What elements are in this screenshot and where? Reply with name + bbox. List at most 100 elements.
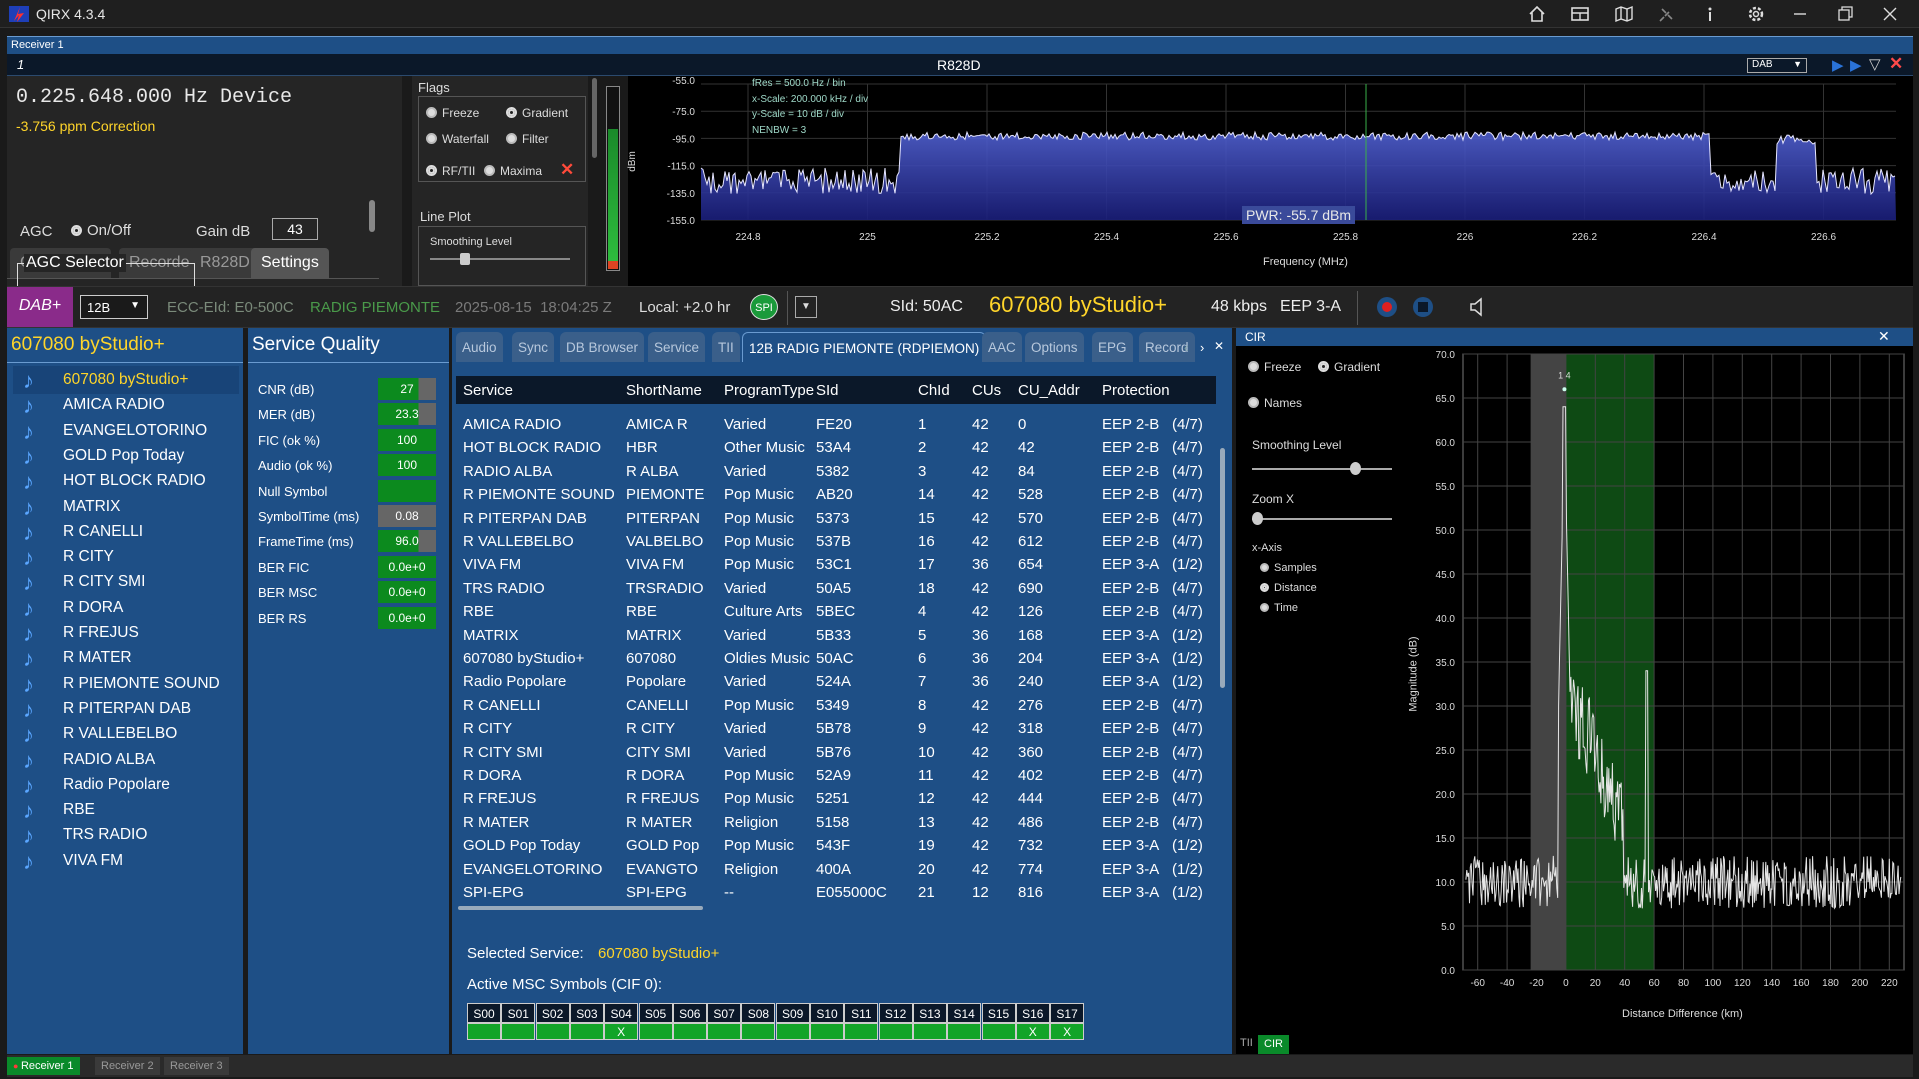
tab-settings[interactable]: Settings (251, 248, 329, 278)
tab-scroll-left-icon[interactable]: ‹ (1184, 340, 1188, 355)
table-row[interactable]: R FREJUS R FREJUS Pop Music 5251 12 42 444 EEP … (456, 788, 1216, 810)
stop-icon[interactable] (1413, 297, 1433, 317)
channel-select[interactable]: 12B ▼ (80, 295, 148, 319)
agc-toggle-radio[interactable] (71, 225, 82, 236)
tab-receiver-3[interactable]: Receiver 3 (164, 1057, 229, 1075)
cir-names-radio[interactable] (1248, 397, 1259, 408)
play-icon[interactable]: ▶ (1832, 56, 1844, 74)
list-item[interactable]: ♪ 607080 byStudio+ (13, 366, 239, 394)
table-row[interactable]: HOT BLOCK RADIO HBR Other Music 53A4 2 42 42 EE… (456, 437, 1216, 459)
tab-service[interactable]: Service (648, 332, 706, 362)
settings-gear-icon[interactable] (1746, 4, 1766, 24)
list-item[interactable]: ♪ HOT BLOCK RADIO (13, 467, 239, 495)
map-icon[interactable] (1614, 4, 1634, 24)
cir-distance-option[interactable]: Distance (1260, 582, 1317, 594)
column-header[interactable]: CUs (972, 382, 1001, 399)
satellite-icon[interactable] (1657, 4, 1677, 24)
table-horizontal-scrollbar[interactable] (458, 906, 703, 910)
cir-gradient-radio[interactable] (1318, 361, 1329, 372)
freeze-option[interactable]: Freeze (426, 106, 479, 120)
tab-r828d[interactable]: R828D (190, 248, 260, 278)
cir-time-radio[interactable] (1260, 603, 1269, 612)
cir-freeze-option[interactable]: Freeze (1248, 360, 1301, 374)
list-item[interactable]: ♪ R MATER (13, 644, 239, 672)
list-item[interactable]: ♪ MATRIX (13, 493, 239, 521)
table-row[interactable]: TRS RADIO TRSRADIO Varied 50A5 18 42 690 EEP 2-… (456, 578, 1216, 600)
tab-aac[interactable]: AAC (982, 332, 1022, 362)
table-row[interactable]: RADIO ALBA R ALBA Varied 5382 3 42 84 EEP 2-B (4… (456, 461, 1216, 483)
layout-icon[interactable] (1570, 4, 1590, 24)
column-header[interactable]: ProgramType (724, 382, 814, 399)
play-alt-icon[interactable]: ▶ (1850, 56, 1862, 74)
list-item[interactable]: ♪ AMICA RADIO (13, 391, 239, 419)
cir-distance-radio[interactable] (1260, 583, 1269, 592)
tab-epg[interactable]: EPG (1092, 332, 1133, 362)
tab-tii[interactable]: TII (1240, 1037, 1253, 1049)
close-icon[interactable] (1880, 4, 1900, 24)
rftii-option[interactable]: RF/TII (426, 164, 475, 178)
tab-db-browser[interactable]: DB Browser (560, 332, 645, 362)
volume-icon[interactable] (1467, 295, 1491, 319)
list-item[interactable]: ♪ R CANELLI (13, 518, 239, 546)
list-item[interactable]: ♪ R FREJUS (13, 619, 239, 647)
list-item[interactable]: ♪ EVANGELOTORINO (13, 417, 239, 445)
waterfall-option[interactable]: Waterfall (426, 132, 489, 146)
cir-samples-option[interactable]: Samples (1260, 562, 1317, 574)
cir-samples-radio[interactable] (1260, 563, 1269, 572)
table-row[interactable]: RBE RBE Culture Arts 5BEC 4 42 126 EEP 2-B (4/7) (456, 601, 1216, 623)
service-dropdown-button[interactable]: ▼ (795, 296, 817, 318)
cir-smoothing-slider[interactable] (1252, 462, 1392, 475)
table-row[interactable]: EVANGELOTORINO EVANGTO Religion 400A 20 42 774… (456, 859, 1216, 881)
cir-zoom-slider[interactable] (1252, 512, 1392, 525)
list-item[interactable]: ♪ VIVA FM (13, 847, 239, 875)
tab-scroll-right-icon[interactable]: › (1200, 340, 1204, 355)
spi-badge[interactable]: SPI (750, 294, 778, 320)
list-item[interactable]: ♪ RADIO ALBA (13, 746, 239, 774)
waterfall-radio[interactable] (426, 133, 437, 144)
table-row[interactable]: GOLD Pop Today GOLD Pop Pop Music 543F 19 42 7… (456, 835, 1216, 857)
cir-names-option[interactable]: Names (1248, 396, 1302, 410)
list-item[interactable]: ♪ TRS RADIO (13, 821, 239, 849)
tab-tii[interactable]: TII (712, 332, 740, 362)
column-header[interactable]: Protection (1102, 382, 1170, 399)
column-header[interactable]: ChId (918, 382, 950, 399)
home-icon[interactable] (1527, 4, 1547, 24)
list-item[interactable]: ♪ R DORA (13, 594, 239, 622)
cir-freeze-radio[interactable] (1248, 361, 1259, 372)
tab-options[interactable]: Options (1025, 332, 1084, 362)
device-scrollbar[interactable] (369, 200, 375, 232)
clear-maxima-icon[interactable]: ✕ (560, 160, 574, 180)
column-header[interactable]: ShortName (626, 382, 702, 399)
table-row[interactable]: Radio Popolare Popolare Varied 524A 7 36 240 EE… (456, 671, 1216, 693)
smoothing-slider[interactable] (430, 253, 570, 265)
list-item[interactable]: ♪ R PITERPAN DAB (13, 695, 239, 723)
minimize-icon[interactable] (1790, 4, 1810, 24)
tab-sync[interactable]: Sync (512, 332, 555, 362)
table-row[interactable]: R PIEMONTE SOUND PIEMONTE Pop Music AB20 14 4… (456, 484, 1216, 506)
table-row[interactable]: R DORA R DORA Pop Music 52A9 11 42 402 EEP 2-B (… (456, 765, 1216, 787)
table-row[interactable]: VIVA FM VIVA FM Pop Music 53C1 17 36 654 EEP 3-… (456, 554, 1216, 576)
table-row[interactable]: R CANELLI CANELLI Pop Music 5349 8 42 276 EEP 2… (456, 695, 1216, 717)
table-row[interactable]: 607080 byStudio+ 607080 Oldies Music 50AC 6 3… (456, 648, 1216, 670)
record-icon[interactable] (1377, 297, 1397, 317)
close-panel-icon[interactable]: ✕ (1889, 54, 1903, 74)
column-header[interactable]: Service (463, 382, 513, 399)
cir-gradient-option[interactable]: Gradient (1318, 360, 1380, 374)
list-item[interactable]: ♪ GOLD Pop Today (13, 442, 239, 470)
dab-mode-badge[interactable]: DAB+ (7, 287, 73, 327)
table-row[interactable]: R VALLEBELBO VALBELBO Pop Music 537B 16 42 612… (456, 531, 1216, 553)
cir-time-option[interactable]: Time (1260, 602, 1298, 614)
table-row[interactable]: MATRIX MATRIX Varied 5B33 5 36 168 EEP 3-A (1/2) (456, 625, 1216, 647)
cir-smoothing-thumb[interactable] (1350, 462, 1361, 475)
column-header[interactable]: SId (816, 382, 839, 399)
table-row[interactable]: AMICA RADIO AMICA R Varied FE20 1 42 0 EEP 2-B (… (456, 414, 1216, 436)
collapse-icon[interactable]: ▽ (1869, 55, 1881, 73)
maxima-option[interactable]: Maxima (484, 164, 542, 178)
flags-scrollbar[interactable] (592, 78, 597, 158)
tab-cir[interactable]: CIR (1258, 1035, 1289, 1054)
filter-option[interactable]: Filter (506, 132, 549, 146)
list-item[interactable]: ♪ R VALLEBELBO (13, 720, 239, 748)
cir-close-icon[interactable]: ✕ (1878, 328, 1890, 345)
table-vertical-scrollbar[interactable] (1220, 448, 1225, 688)
smoothing-slider-thumb[interactable] (460, 253, 470, 265)
